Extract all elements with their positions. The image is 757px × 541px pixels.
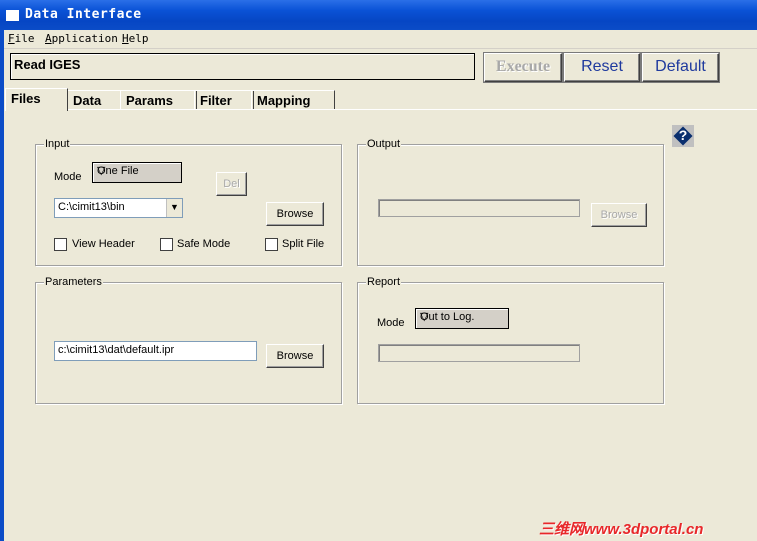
input-path-value: C:\cimit13\bin <box>58 201 125 213</box>
help-glyph: ? <box>678 127 688 143</box>
input-mode-select[interactable]: One File ▽ <box>92 162 182 183</box>
report-mode-select[interactable]: Out to Log. ▽ <box>415 308 509 329</box>
help-button[interactable]: ? <box>672 125 694 147</box>
watermark: 三维网www.3dportal.cn <box>539 521 704 538</box>
safe-mode-checkbox[interactable] <box>160 238 173 251</box>
window-left-border <box>0 30 4 541</box>
dropdown-arrow-icon[interactable]: ▼ <box>166 199 182 217</box>
input-browse-button[interactable]: Browse <box>266 202 324 226</box>
menu-file[interactable]: File <box>8 32 35 45</box>
split-file-label: Split File <box>282 238 325 250</box>
report-mode-label: Mode <box>377 317 405 329</box>
output-legend: Output <box>366 138 402 150</box>
report-log-field <box>378 344 580 362</box>
parameters-path-field[interactable]: c:\cimit13\dat\default.ipr <box>54 341 257 361</box>
del-button[interactable]: Del <box>216 172 247 196</box>
split-file-checkbox[interactable] <box>265 238 278 251</box>
parameters-path-value: c:\cimit13\dat\default.ipr <box>58 344 175 356</box>
tab-files[interactable]: Files <box>5 88 68 111</box>
tab-params[interactable]: Params <box>120 90 197 110</box>
output-path-field <box>378 199 580 217</box>
view-header-label: View Header <box>72 238 135 250</box>
window-icon <box>6 10 19 21</box>
input-group: Input Mode One File ▽ Del C:\cimit13\bin… <box>35 138 342 266</box>
chevron-down-icon: ▽ <box>420 311 429 323</box>
command-text: Read IGES <box>14 57 81 72</box>
default-button[interactable]: Default <box>642 53 719 82</box>
report-group: Report Mode Out to Log. ▽ <box>357 276 664 404</box>
safe-mode-label: Safe Mode <box>177 238 231 250</box>
input-path-combo[interactable]: C:\cimit13\bin ▼ <box>54 198 183 218</box>
menu-application[interactable]: Application <box>45 32 118 45</box>
window-title: Data Interface <box>25 7 142 22</box>
view-header-checkbox[interactable] <box>54 238 67 251</box>
tab-data[interactable]: Data <box>67 90 121 110</box>
input-legend: Input <box>44 138 71 150</box>
reset-button[interactable]: Reset <box>564 53 640 82</box>
tab-bar: Files Data Params Filter Mapping <box>5 88 757 111</box>
input-mode-label: Mode <box>54 171 82 183</box>
tab-filter[interactable]: Filter <box>194 90 254 110</box>
command-display: Read IGES <box>10 53 475 80</box>
output-group: Output Browse <box>357 138 664 266</box>
report-legend: Report <box>366 276 402 288</box>
title-bar[interactable]: Data Interface <box>0 0 757 30</box>
parameters-browse-button[interactable]: Browse <box>266 344 324 368</box>
output-browse-button[interactable]: Browse <box>591 203 647 227</box>
menu-help[interactable]: Help <box>122 32 149 45</box>
parameters-legend: Parameters <box>44 276 103 288</box>
tab-divider <box>5 109 757 110</box>
execute-button[interactable]: Execute <box>484 53 562 82</box>
chevron-down-icon: ▽ <box>97 165 106 177</box>
tab-mapping[interactable]: Mapping <box>251 90 335 110</box>
parameters-group: Parameters c:\cimit13\dat\default.ipr Br… <box>35 276 342 404</box>
menu-bar: File Application Help <box>4 30 757 49</box>
